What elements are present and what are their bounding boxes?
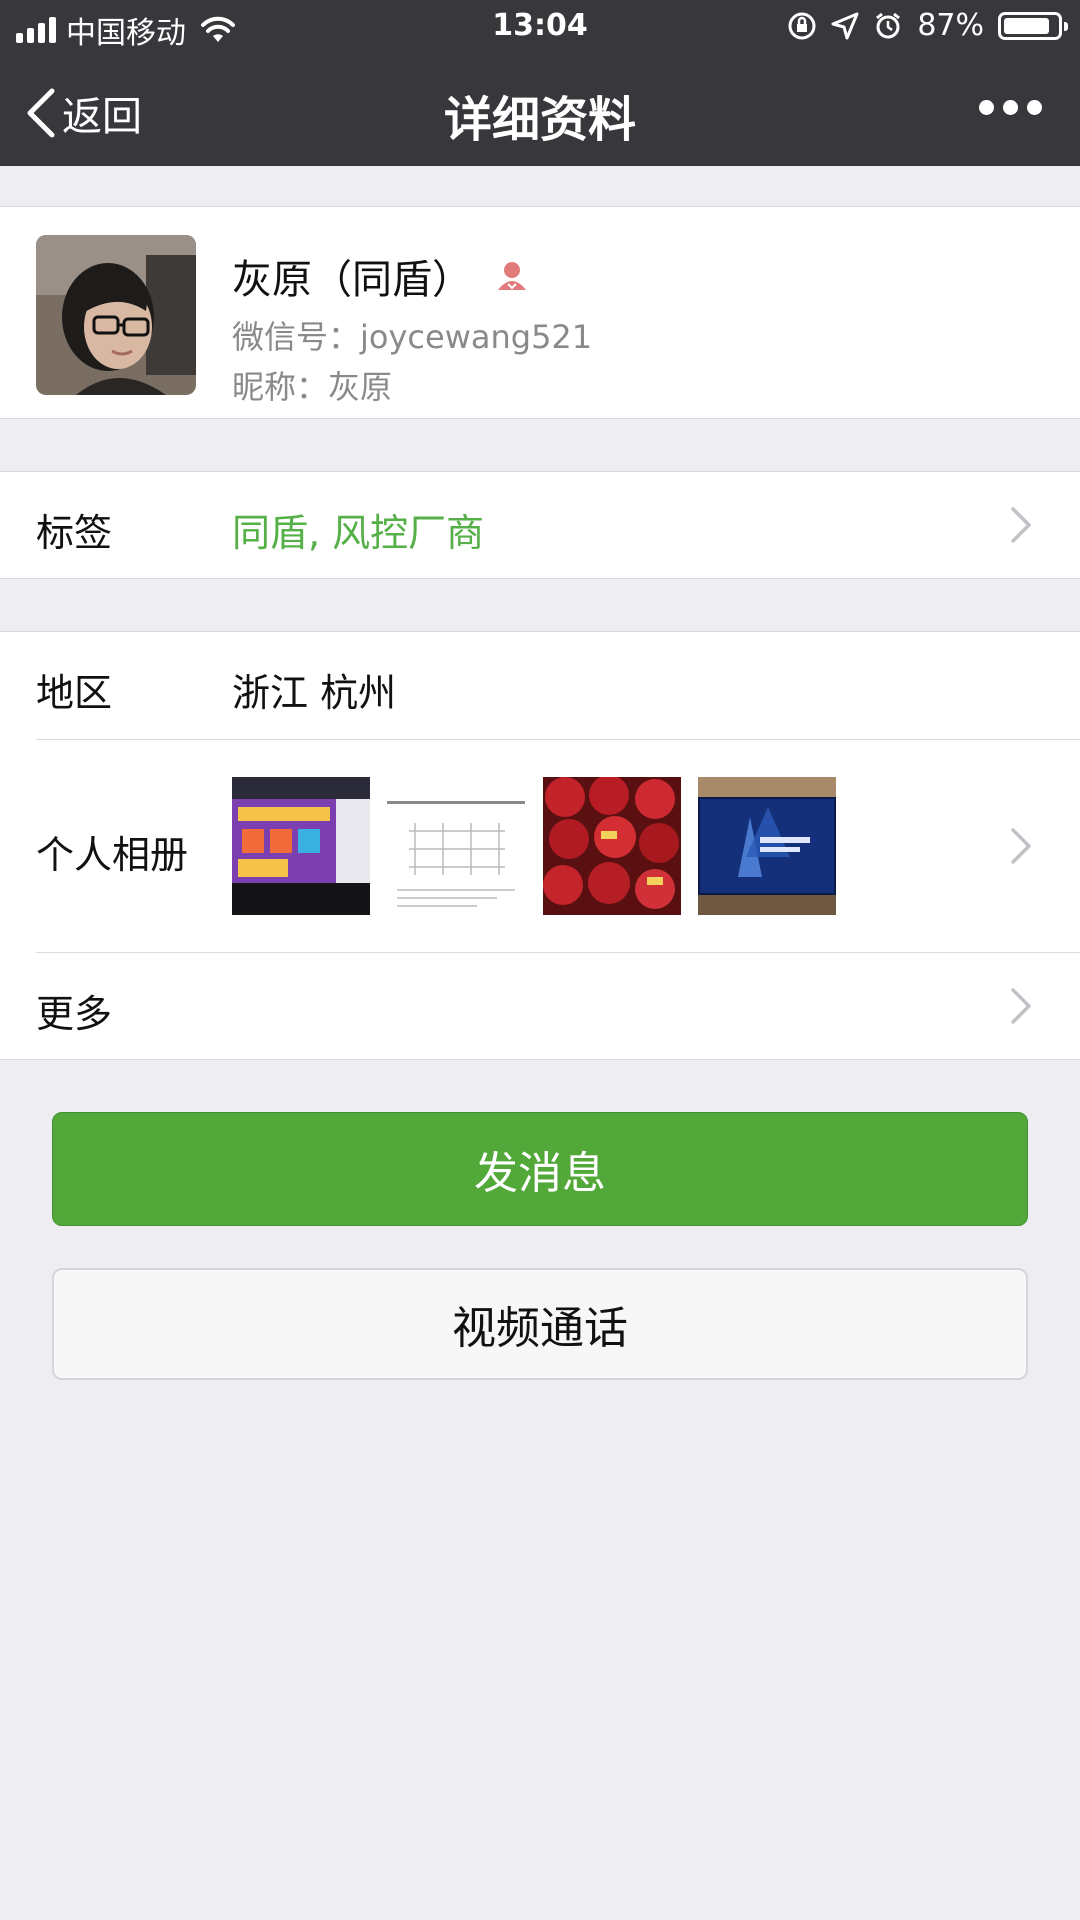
alarm-icon bbox=[876, 12, 901, 38]
album-label: 个人相册 bbox=[36, 833, 189, 877]
female-icon bbox=[498, 262, 526, 290]
more-options-button[interactable] bbox=[979, 100, 1042, 115]
send-message-label: 发消息 bbox=[474, 1148, 606, 1199]
wechat-id: 微信号：joycewang521 bbox=[232, 318, 593, 356]
profile-name: 灰原（同盾） bbox=[232, 257, 472, 303]
profile-name-row: 灰原（同盾） bbox=[232, 247, 530, 305]
top-bar: 中国移动 13:04 87% 返回 详细资料 bbox=[0, 0, 1080, 166]
profile-card: 灰原（同盾） 微信号：joycewang521 昵称：灰原 bbox=[0, 206, 1080, 419]
album-row[interactable]: 个人相册 bbox=[0, 740, 1080, 952]
battery-icon bbox=[998, 11, 1068, 40]
chevron-right-icon bbox=[1011, 988, 1031, 1024]
album-photo[interactable] bbox=[543, 777, 681, 915]
chevron-right-icon bbox=[1011, 828, 1031, 864]
tags-label: 标签 bbox=[36, 511, 113, 555]
nickname: 昵称：灰原 bbox=[232, 368, 393, 406]
region-value: 浙江 杭州 bbox=[232, 671, 397, 715]
ellipsis-icon bbox=[979, 100, 994, 115]
nav-bar: 返回 详细资料 bbox=[0, 54, 1080, 166]
video-call-label: 视频通话 bbox=[452, 1303, 628, 1354]
status-bar: 中国移动 13:04 87% bbox=[0, 0, 1080, 54]
tags-row[interactable]: 标签 同盾, 风控厂商 bbox=[0, 472, 1080, 578]
send-message-button[interactable]: 发消息 bbox=[52, 1112, 1028, 1226]
video-call-button[interactable]: 视频通话 bbox=[52, 1268, 1028, 1380]
more-label: 更多 bbox=[36, 992, 113, 1036]
location-icon bbox=[831, 12, 859, 39]
info-section: 地区 浙江 杭州 个人相册 更多 bbox=[0, 631, 1080, 1060]
more-row[interactable]: 更多 bbox=[0, 953, 1080, 1059]
tags-value: 同盾, 风控厂商 bbox=[232, 511, 485, 555]
album-photo[interactable] bbox=[698, 777, 836, 915]
region-row: 地区 浙江 杭州 bbox=[0, 632, 1080, 739]
region-label: 地区 bbox=[36, 671, 113, 715]
orientation-lock-icon bbox=[788, 12, 816, 39]
page-title: 详细资料 bbox=[443, 92, 636, 148]
album-photo[interactable] bbox=[387, 777, 525, 915]
battery-percent: 87% bbox=[917, 8, 984, 43]
tags-section: 标签 同盾, 风控厂商 bbox=[0, 471, 1080, 579]
chevron-right-icon bbox=[1011, 507, 1031, 543]
album-photo[interactable] bbox=[232, 777, 370, 915]
avatar[interactable] bbox=[36, 235, 196, 395]
